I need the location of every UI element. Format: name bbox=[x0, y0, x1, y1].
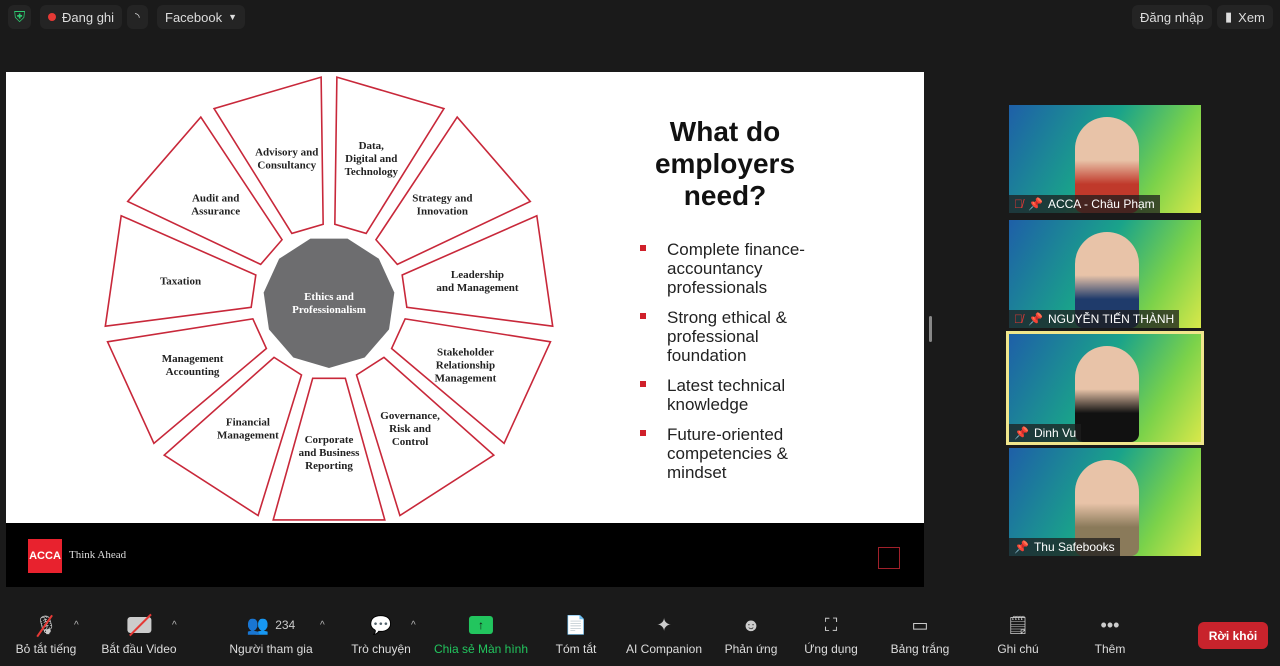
ai-label: AI Companion bbox=[625, 642, 703, 656]
leave-button[interactable]: Rời khỏi bbox=[1198, 622, 1268, 649]
participants-options-caret[interactable]: ^ bbox=[320, 620, 325, 631]
chat-bubble-icon: 💬 bbox=[369, 614, 393, 635]
live-stream-button[interactable]: ◝ bbox=[127, 5, 148, 29]
mic-muted-icon: 🎙̸ bbox=[1014, 197, 1023, 211]
participant-tile[interactable]: 🎙̸ 📌 ACCA - Châu Phạm bbox=[1009, 105, 1201, 213]
more-dots-icon: ••• bbox=[1100, 614, 1120, 635]
summary-label: Tóm tắt bbox=[555, 642, 597, 656]
bullet-item: Latest technical knowledge bbox=[638, 376, 838, 414]
tagline: Think Ahead bbox=[69, 549, 127, 561]
smiley-plus-icon: ☻ bbox=[741, 614, 761, 635]
pin-icon: 📌 bbox=[1014, 426, 1029, 440]
video-label: Bắt đầu Video bbox=[101, 642, 177, 656]
start-video-button[interactable]: Bắt đầu Video bbox=[101, 612, 177, 656]
notes-label: Ghi chú bbox=[997, 642, 1039, 656]
participant-name-tag: 🎙̸ 📌 NGUYỄN TIẾN THÀNH bbox=[1009, 310, 1180, 328]
shield-check-icon: ⛨ bbox=[14, 8, 26, 26]
shared-slide: Corporate and Business Reporting Governance… bbox=[6, 72, 924, 523]
more-button[interactable]: ••• Thêm bbox=[1094, 612, 1126, 657]
caret-down-icon: ▼ bbox=[228, 12, 238, 22]
view-button[interactable]: ▮ Xem bbox=[1217, 5, 1273, 29]
sparkle-icon: ✦ bbox=[656, 614, 672, 635]
react-label: Phản ứng bbox=[724, 642, 778, 656]
participants-label: Người tham gia bbox=[229, 642, 313, 656]
participant-name-tag: 📌 Dinh Vu bbox=[1009, 424, 1082, 442]
security-badge[interactable]: ⛨ bbox=[8, 5, 32, 29]
participant-name-tag: 📌 Thu Safebooks bbox=[1009, 538, 1120, 556]
participant-name: Dinh Vu bbox=[1033, 426, 1077, 440]
title-line: need? bbox=[683, 180, 767, 211]
reactions-button[interactable]: ☻ Phản ứng bbox=[724, 612, 778, 657]
recording-indicator[interactable]: Đang ghi bbox=[40, 5, 123, 29]
participant-tile[interactable]: 🎙̸ 📌 NGUYỄN TIẾN THÀNH bbox=[1009, 220, 1201, 328]
ai-companion-button[interactable]: ✦ AI Companion bbox=[625, 612, 703, 657]
apps-label: Ứng dụng bbox=[804, 642, 858, 656]
summary-button[interactable]: 📄 Tóm tắt bbox=[555, 612, 597, 657]
acca-logo: ACCA bbox=[28, 539, 62, 573]
segment-label: Corporate and Business Reporting bbox=[299, 434, 361, 472]
participants-icon: 👥 234 bbox=[246, 614, 296, 635]
summary-document-icon: 📄 bbox=[564, 614, 588, 635]
share-label: Chia sẻ Màn hình bbox=[433, 642, 529, 656]
segment-label: Financial Management bbox=[217, 417, 279, 442]
pin-icon: 📌 bbox=[1028, 197, 1043, 211]
mute-button[interactable]: 🎙 Bỏ tắt tiếng bbox=[15, 612, 77, 656]
notes-icon: 🗒 bbox=[1006, 614, 1030, 635]
audio-options-caret[interactable]: ^ bbox=[74, 620, 79, 631]
panel-resize-handle[interactable] bbox=[929, 316, 932, 342]
pin-icon: 📌 bbox=[1014, 540, 1029, 554]
participant-name: NGUYỄN TIẾN THÀNH bbox=[1047, 312, 1175, 326]
slide-square-marker bbox=[878, 547, 900, 569]
participant-name-tag: 🎙̸ 📌 ACCA - Châu Phạm bbox=[1009, 195, 1160, 213]
chat-button[interactable]: 💬 Trò chuyện bbox=[351, 612, 411, 657]
login-label: Đăng nhập bbox=[1140, 9, 1204, 25]
pin-icon: 📌 bbox=[1028, 312, 1043, 326]
view-icon: ▮ bbox=[1225, 9, 1233, 24]
segment-label: Management Accounting bbox=[162, 353, 224, 378]
participants-button[interactable]: 👥 234 Người tham gia bbox=[229, 612, 313, 657]
chat-label: Trò chuyện bbox=[351, 642, 411, 656]
video-options-caret[interactable]: ^ bbox=[172, 620, 177, 631]
whiteboard-label: Bảng trắng bbox=[890, 642, 950, 656]
more-label: Thêm bbox=[1094, 642, 1126, 656]
title-line: employers bbox=[654, 148, 796, 179]
participant-name: Thu Safebooks bbox=[1033, 540, 1115, 554]
mic-off-icon: 🎙 bbox=[35, 612, 57, 638]
mute-label: Bỏ tắt tiếng bbox=[15, 642, 77, 656]
chat-options-caret[interactable]: ^ bbox=[411, 620, 416, 631]
stream-target-label: Facebook bbox=[165, 9, 223, 25]
segment-label: Advisory and Consultancy bbox=[255, 147, 318, 172]
participant-tile[interactable]: 📌 Dinh Vu bbox=[1006, 331, 1204, 445]
participant-name: ACCA - Châu Phạm bbox=[1047, 197, 1155, 211]
participant-video bbox=[1075, 346, 1139, 442]
slide-title: What do employers need? bbox=[616, 116, 834, 212]
slide-footer: ACCA Think Ahead bbox=[6, 523, 924, 587]
segment-label: Taxation bbox=[160, 276, 201, 288]
notes-button[interactable]: 🗒 Ghi chú bbox=[997, 612, 1039, 657]
mic-muted-icon: 🎙̸ bbox=[1014, 312, 1023, 326]
share-arrow-icon: ↑ bbox=[469, 612, 493, 638]
participant-tile[interactable]: 📌 Thu Safebooks bbox=[1009, 448, 1201, 556]
title-line: What do bbox=[669, 116, 781, 147]
whiteboard-button[interactable]: ▭ Bảng trắng bbox=[890, 612, 950, 657]
bullet-item: Strong ethical & professional foundation bbox=[638, 308, 838, 365]
login-button[interactable]: Đăng nhập bbox=[1132, 5, 1212, 29]
rss-icon: ◝ bbox=[135, 10, 140, 24]
view-label: Xem bbox=[1238, 9, 1265, 25]
recording-label: Đang ghi bbox=[62, 9, 115, 25]
bullet-item: Complete finance-accountancy professiona… bbox=[638, 240, 838, 297]
record-dot-icon bbox=[48, 13, 56, 21]
segment-label: Strategy and Innovation bbox=[412, 192, 472, 217]
video-off-icon bbox=[127, 612, 152, 638]
whiteboard-icon: ▭ bbox=[911, 614, 929, 635]
apps-button[interactable]: ⛶ Ứng dụng bbox=[804, 612, 858, 657]
bullet-list: Complete finance-accountancy professiona… bbox=[638, 240, 838, 493]
bullet-item: Future-oriented competencies & mindset bbox=[638, 425, 838, 482]
segment-label: Stakeholder Relationship Management bbox=[435, 346, 497, 384]
segment-label: Audit and Assurance bbox=[191, 192, 240, 217]
share-screen-button[interactable]: ↑ Chia sẻ Màn hình bbox=[434, 612, 528, 656]
participant-count: 234 bbox=[275, 618, 296, 632]
apps-icon: ⛶ bbox=[824, 614, 838, 635]
stream-target-dropdown[interactable]: Facebook ▼ bbox=[157, 5, 246, 29]
